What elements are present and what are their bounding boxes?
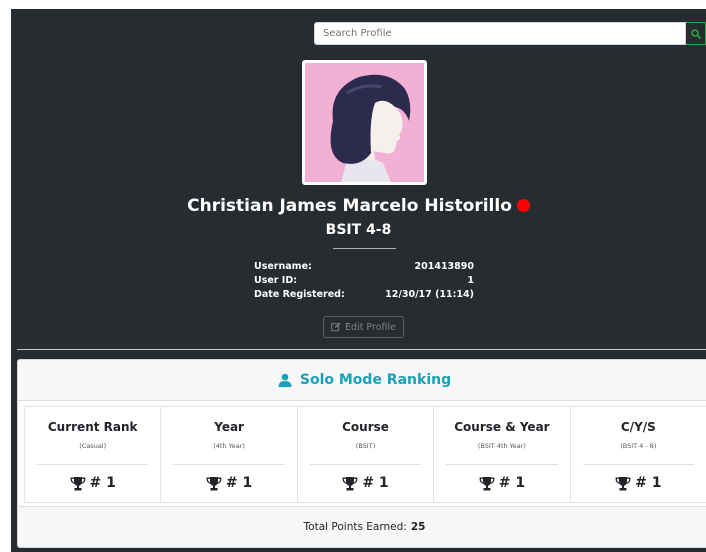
rank-title: Course & Year [454, 420, 550, 434]
rank-subtitle: (4th Year) [213, 442, 245, 450]
profile-page: Christian James Marcelo Historillo BSIT … [11, 9, 706, 552]
points-value: 25 [410, 521, 426, 533]
rank-value-row: # 1 [571, 475, 706, 491]
info-value: 1 [467, 275, 474, 286]
rank-value: # 1 [89, 475, 116, 491]
search-bar [314, 22, 706, 45]
rank-subtitle: (BSIT) [355, 442, 376, 450]
search-button[interactable] [686, 22, 706, 45]
info-row-username: Username: 201413890 [254, 260, 474, 274]
search-input[interactable] [314, 22, 686, 45]
divider [17, 349, 706, 350]
rank-subtitle: (BSIT 4 - 8) [620, 442, 657, 450]
rank-title: Course [342, 420, 389, 434]
info-row-user-id: User ID: 1 [254, 274, 474, 288]
rank-value-row: # 1 [25, 475, 160, 491]
rank-value-row: # 1 [434, 475, 569, 491]
points-label: Total Points Earned: [303, 521, 407, 533]
profile-section: BSIT 4-8 [325, 222, 392, 238]
user-icon [278, 373, 292, 387]
rank-subtitle: (Casual) [79, 442, 107, 450]
ranking-card: Solo Mode Ranking Current Rank (Casual) … [17, 359, 706, 548]
rank-divider [446, 464, 558, 465]
profile-name-row: Christian James Marcelo Historillo [11, 195, 706, 217]
ranking-card-footer: Total Points Earned: 25 [18, 506, 706, 547]
profile-info: Username: 201413890 User ID: 1 Date Regi… [254, 260, 474, 302]
info-label: User ID: [254, 275, 298, 286]
rank-divider [582, 464, 695, 465]
rank-column-current-rank: Current Rank (Casual) # 1 [24, 406, 162, 503]
status-indicator [516, 199, 530, 212]
edit-profile-button[interactable]: Edit Profile [323, 316, 404, 338]
rank-column-cys: C/Y/S (BSIT 4 - 8) # 1 [569, 406, 706, 503]
trophy-icon [206, 476, 222, 490]
rank-value: # 1 [225, 475, 253, 491]
info-value: 201413890 [414, 261, 475, 272]
rank-value-row: # 1 [161, 475, 296, 491]
rank-grid: Current Rank (Casual) # 1 Year (4th Year… [24, 406, 706, 503]
rank-value: # 1 [362, 475, 389, 491]
trophy-icon [479, 476, 495, 490]
avatar [302, 60, 427, 185]
rank-divider [309, 464, 422, 465]
rank-title: C/Y/S [620, 420, 656, 434]
rank-value: # 1 [498, 475, 526, 491]
rank-title: Current Rank [47, 420, 138, 434]
info-row-date-registered: Date Registered: 12/30/17 (11:14) [254, 288, 474, 302]
rank-column-course: Course (BSIT) # 1 [296, 406, 435, 503]
section-underline [333, 248, 396, 249]
rank-title: Year [214, 420, 244, 434]
profile-name: Christian James Marcelo Historillo [187, 196, 512, 216]
rank-divider [37, 464, 149, 465]
edit-icon [331, 322, 341, 332]
info-value: 12/30/17 (11:14) [385, 289, 474, 300]
trophy-icon [615, 476, 631, 490]
ranking-card-header: Solo Mode Ranking [18, 360, 706, 401]
rank-value: # 1 [635, 475, 662, 491]
info-label: Username: [254, 261, 312, 272]
rank-divider [173, 464, 285, 465]
edit-profile-label: Edit Profile [345, 321, 396, 333]
search-icon [690, 28, 701, 39]
rank-subtitle: (BSIT 4th Year) [477, 442, 526, 450]
rank-value-row: # 1 [298, 475, 433, 491]
ranking-title: Solo Mode Ranking [299, 372, 452, 388]
trophy-icon [70, 476, 85, 490]
info-label: Date Registered: [254, 289, 345, 300]
trophy-icon [342, 476, 358, 490]
rank-column-course-year: Course & Year (BSIT 4th Year) # 1 [433, 406, 571, 503]
rank-column-year: Year (4th Year) # 1 [160, 406, 298, 503]
